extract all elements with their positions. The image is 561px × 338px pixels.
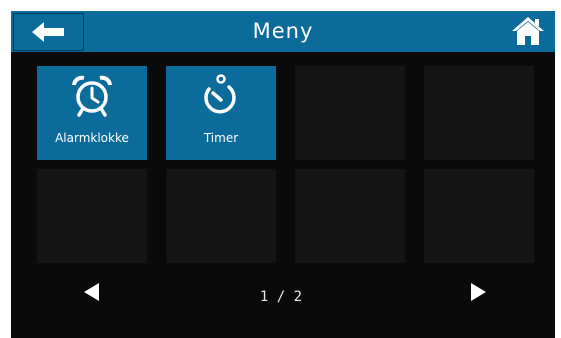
title-bar: Meny bbox=[11, 11, 555, 52]
stopwatch-icon bbox=[166, 74, 276, 118]
empty-tile bbox=[424, 66, 534, 160]
home-button[interactable] bbox=[511, 16, 545, 46]
empty-tile bbox=[295, 169, 405, 263]
tile-timer[interactable]: Timer bbox=[166, 66, 276, 160]
page-indicator: 1 / 2 bbox=[259, 289, 303, 305]
next-page-button[interactable] bbox=[464, 277, 494, 307]
triangle-left-icon bbox=[84, 283, 99, 301]
device-screen: Meny Alarmklokke Timer 1 / 2 bbox=[11, 11, 555, 338]
empty-tile bbox=[37, 169, 147, 263]
tile-label: Timer bbox=[203, 131, 239, 145]
empty-tile bbox=[295, 66, 405, 160]
tile-alarmklokke[interactable]: Alarmklokke bbox=[37, 66, 147, 160]
page-title: Meny bbox=[252, 19, 314, 43]
tile-label: Alarmklokke bbox=[55, 131, 129, 145]
prev-page-button[interactable] bbox=[76, 277, 106, 307]
empty-tile bbox=[166, 169, 276, 263]
triangle-right-icon bbox=[471, 283, 486, 301]
empty-tile bbox=[424, 169, 534, 263]
alarm-clock-icon bbox=[37, 74, 147, 118]
home-icon bbox=[512, 17, 544, 45]
